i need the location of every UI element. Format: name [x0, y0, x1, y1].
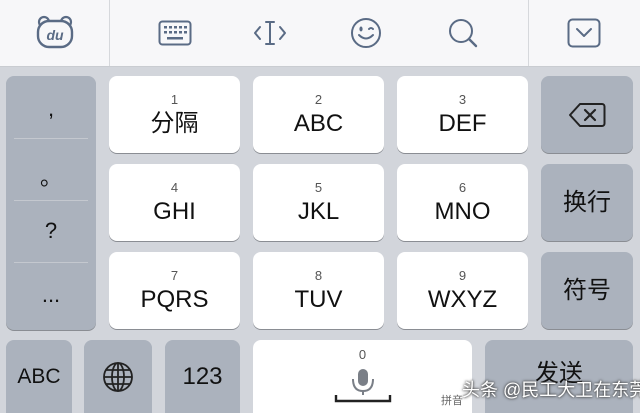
space-key[interactable]: 0 [253, 340, 472, 413]
key-label: ABC [293, 109, 344, 137]
key-number: 2 [314, 91, 323, 107]
key-label: TUV [294, 285, 343, 313]
punct-divider [14, 138, 88, 139]
key-number: 6 [458, 179, 467, 195]
symbols-label: 符号 [563, 276, 611, 304]
text-cursor-icon[interactable] [250, 0, 290, 66]
globe-key[interactable] [84, 340, 152, 413]
keyboard-icon[interactable] [155, 0, 195, 66]
key-5[interactable]: 5 JKL [253, 164, 384, 241]
key-number: 3 [458, 91, 467, 107]
key-2[interactable]: 2 ABC [253, 76, 384, 153]
punct-ellipsis[interactable]: ... [6, 282, 96, 308]
key-label: 分隔 [150, 109, 199, 137]
search-icon[interactable] [443, 0, 483, 66]
key-9[interactable]: 9 WXYZ [397, 252, 528, 329]
numbers-key[interactable]: 123 [165, 340, 240, 413]
pinyin-hint: 拼音 [441, 395, 463, 407]
key-label: PQRS [140, 285, 209, 313]
key-number: 1 [170, 91, 179, 107]
backspace-key[interactable] [541, 76, 633, 153]
key-number: 8 [314, 267, 323, 283]
punct-period[interactable]: 。 [6, 160, 96, 192]
punct-comma[interactable]: , [6, 96, 96, 122]
key-7[interactable]: 7 PQRS [109, 252, 240, 329]
key-label: JKL [297, 197, 340, 225]
punct-question[interactable]: ? [6, 218, 96, 244]
punct-divider [14, 200, 88, 201]
abc-label: ABC [17, 364, 61, 388]
toolbar-divider [109, 0, 110, 66]
watermark: 头条 @民工大卫在东莞 [462, 380, 640, 400]
key-number: 9 [458, 267, 467, 283]
key-6[interactable]: 6 MNO [397, 164, 528, 241]
key-label: DEF [438, 109, 487, 137]
emoji-icon[interactable] [346, 0, 386, 66]
punctuation-column: , 。 ? ... [6, 76, 96, 330]
key-label: WXYZ [427, 285, 498, 313]
newline-label: 换行 [563, 188, 611, 216]
key-number: 4 [170, 179, 179, 195]
key-4[interactable]: 4 GHI [109, 164, 240, 241]
key-3[interactable]: 3 DEF [397, 76, 528, 153]
numbers-label: 123 [182, 362, 223, 390]
logo-text: du [46, 27, 64, 43]
backspace-icon [569, 102, 606, 127]
space-number: 0 [358, 347, 367, 362]
key-8[interactable]: 8 TUV [253, 252, 384, 329]
key-1[interactable]: 1 分隔 [109, 76, 240, 153]
symbols-key[interactable]: 符号 [541, 252, 633, 329]
punct-divider [14, 262, 88, 263]
key-number: 7 [170, 267, 179, 283]
keyboard-toolbar: du [0, 0, 640, 67]
key-label: MNO [434, 197, 491, 225]
globe-icon [103, 361, 133, 392]
newline-key[interactable]: 换行 [541, 164, 633, 241]
microphone-icon [334, 369, 391, 403]
baidu-logo-icon[interactable]: du [20, 0, 90, 66]
abc-key[interactable]: ABC [6, 340, 72, 413]
key-label: GHI [153, 197, 196, 225]
key-number: 5 [314, 179, 323, 195]
toolbar-divider [528, 0, 529, 66]
collapse-icon[interactable] [564, 0, 604, 66]
